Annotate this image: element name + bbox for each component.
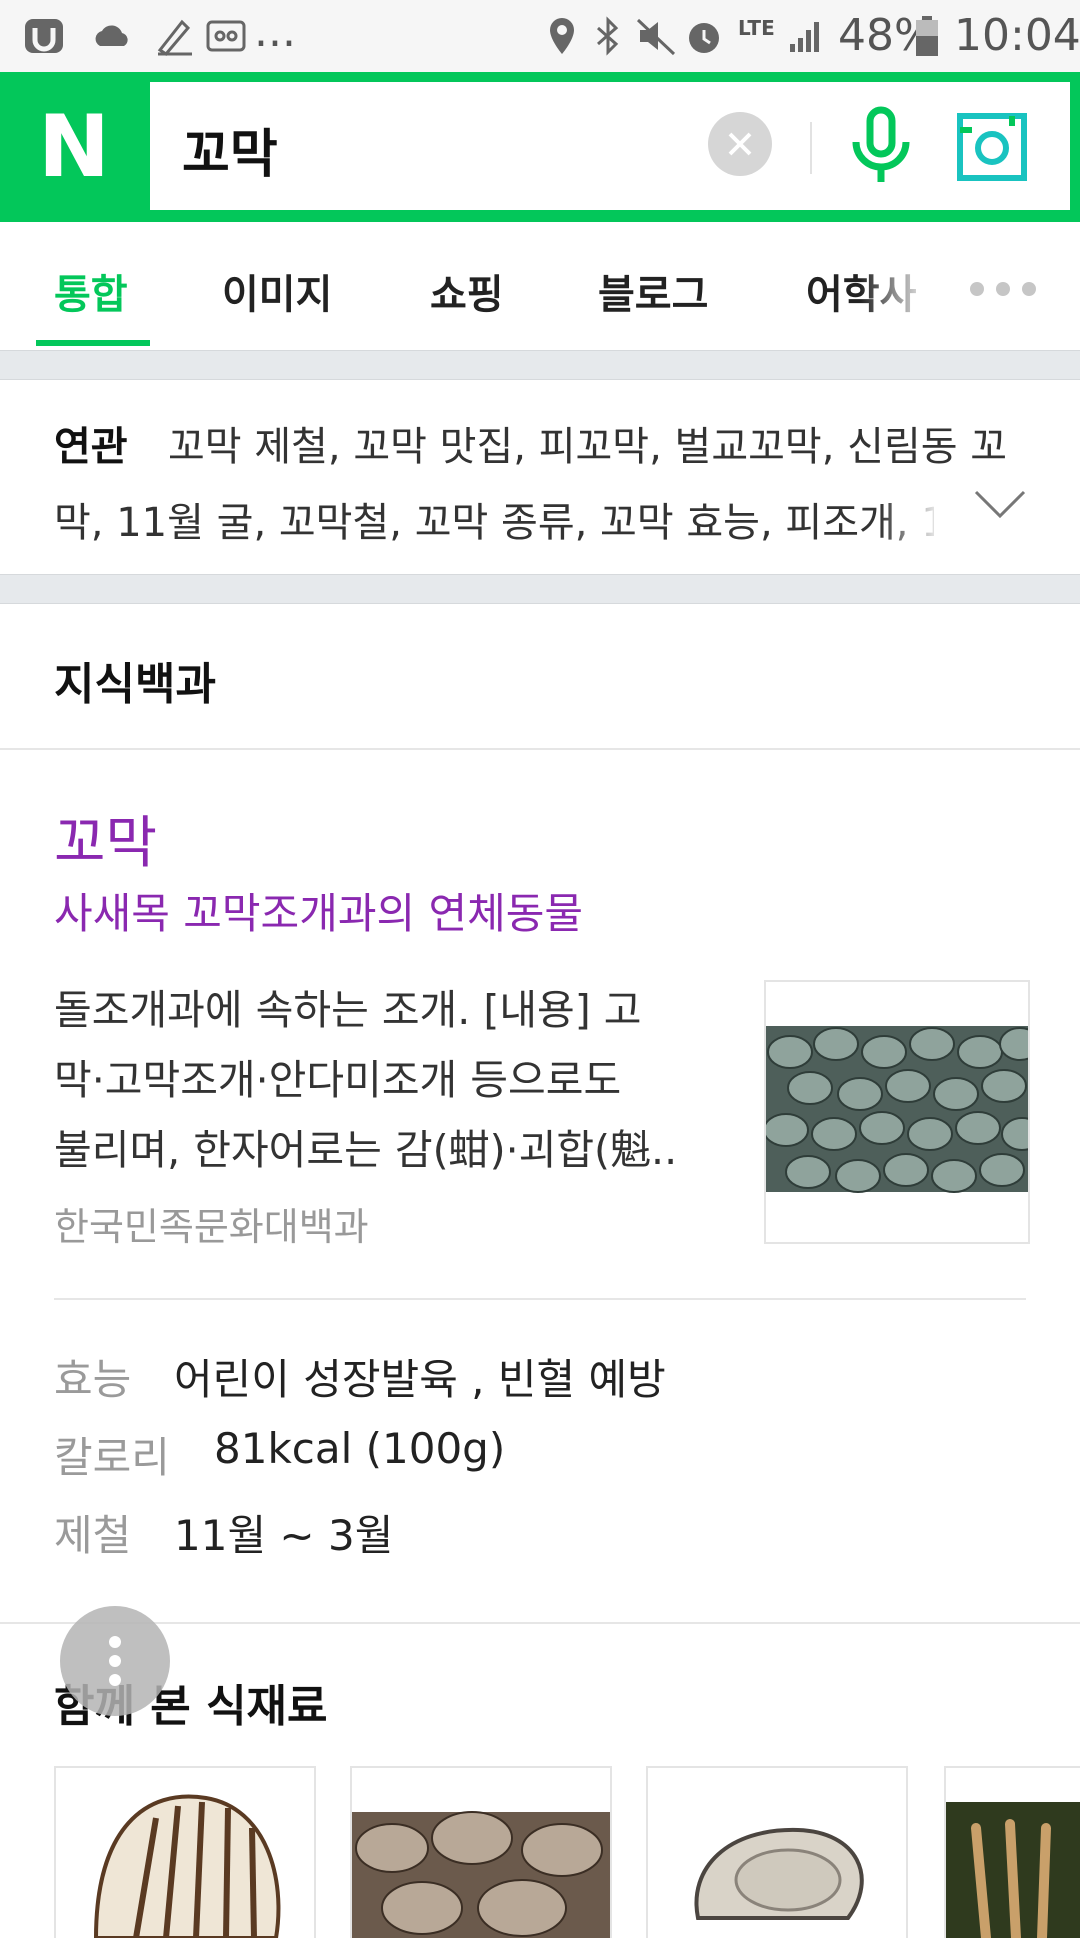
entry-title-link[interactable]: 꼬막 (54, 798, 157, 879)
more-tabs-dot[interactable] (1022, 282, 1036, 296)
camera-lens-icon[interactable] (956, 112, 1028, 182)
search-box[interactable]: 꼬막 (150, 82, 1070, 210)
close-icon (728, 132, 752, 156)
related-label: 연관 (54, 424, 128, 470)
more-tabs-dot[interactable] (996, 282, 1010, 296)
battery-icon (916, 16, 938, 56)
ingredient-card[interactable] (350, 1766, 612, 1938)
root-vegetable-image (946, 1802, 1080, 1938)
fact-value: 81kcal (100g) (214, 1424, 506, 1473)
logo-letter: N (38, 97, 110, 197)
mute-icon (636, 18, 676, 56)
related-fade (880, 478, 970, 548)
more-notifications-indicator: ... (254, 6, 296, 57)
location-icon (550, 18, 574, 54)
cockle-shell-image (93, 1794, 281, 1938)
entry-description-line[interactable]: 막·고막조개·안다미조개 등으로도 (54, 1046, 621, 1106)
signal-icon (790, 22, 819, 52)
entry-description-line[interactable]: 불리며, 한자어로는 감(蚶)·괴합(魁.. (54, 1116, 677, 1176)
bluetooth-icon (597, 16, 619, 56)
entry-source[interactable]: 한국민족문화대백과 (54, 1196, 369, 1251)
status-bar: ... LTE 48% 10:04 (0, 0, 1080, 72)
clams-image (352, 1811, 610, 1938)
tab-integrated[interactable]: 통합 (54, 262, 128, 320)
fact-value: 어린이 성장발육 , 빈혈 예방 (174, 1355, 666, 1404)
microphone-icon[interactable] (846, 104, 916, 190)
lte-indicator: LTE (738, 16, 775, 40)
active-tab-indicator (36, 340, 150, 346)
search-tabs: 통합 이미지 쇼핑 블로그 어학사 (0, 222, 1080, 350)
ingredient-card[interactable] (944, 1766, 1080, 1938)
clam-thumbnail[interactable] (764, 980, 1030, 1244)
divider (54, 1298, 1026, 1300)
tab-blog[interactable]: 블로그 (598, 262, 708, 320)
fact-value: 11월 ~ 3월 (174, 1511, 394, 1560)
section-separator (0, 350, 1080, 380)
alarm-icon (689, 23, 719, 53)
cloud-icon (95, 25, 128, 46)
chevron-down-icon[interactable] (972, 486, 1028, 522)
search-divider (810, 122, 812, 174)
more-vertical-icon (109, 1636, 121, 1686)
fact-label: 효능 (54, 1355, 132, 1404)
floating-menu-button[interactable] (60, 1606, 170, 1716)
pen-icon (157, 19, 192, 56)
entry-subtitle-link[interactable]: 사새목 꼬막조개과의 연체동물 (54, 880, 583, 941)
tab-images[interactable]: 이미지 (222, 262, 332, 320)
clam-image (766, 1026, 1028, 1193)
clock: 10:04 (954, 10, 1080, 61)
ingredient-card[interactable] (646, 1766, 908, 1938)
search-input[interactable]: 꼬막 (182, 112, 278, 187)
search-header: N 꼬막 (0, 72, 1080, 222)
divider (0, 748, 1080, 750)
clear-search-button[interactable] (708, 112, 772, 176)
fact-label: 제철 (54, 1511, 132, 1560)
tab-fade (860, 242, 980, 342)
related-keywords-line[interactable]: 막, 11월 굴, 꼬막철, 꼬막 종류, 꼬막 효능, 피조개, 1 (54, 490, 934, 548)
section-separator (0, 574, 1080, 604)
app-notification-icon (25, 19, 63, 53)
more-tabs-dot[interactable] (970, 282, 984, 296)
ingredient-card[interactable] (54, 1766, 316, 1938)
oyster-image (694, 1827, 864, 1920)
naver-logo[interactable]: N (0, 72, 148, 222)
section-title: 지식백과 (54, 659, 216, 710)
entry-description-line[interactable]: 돌조개과에 속하는 조개. [내용] 고 (54, 976, 642, 1036)
tab-shopping[interactable]: 쇼핑 (430, 262, 504, 320)
related-keywords-line[interactable]: 꼬막 제철, 꼬막 맛집, 피꼬막, 벌교꼬막, 신림동 꼬 (168, 414, 1007, 472)
related-searches: 연관 꼬막 제철, 꼬막 맛집, 피꼬막, 벌교꼬막, 신림동 꼬 막, 11월… (0, 380, 1080, 572)
fact-label: 칼로리 (54, 1433, 170, 1482)
cassette-icon (206, 20, 246, 52)
